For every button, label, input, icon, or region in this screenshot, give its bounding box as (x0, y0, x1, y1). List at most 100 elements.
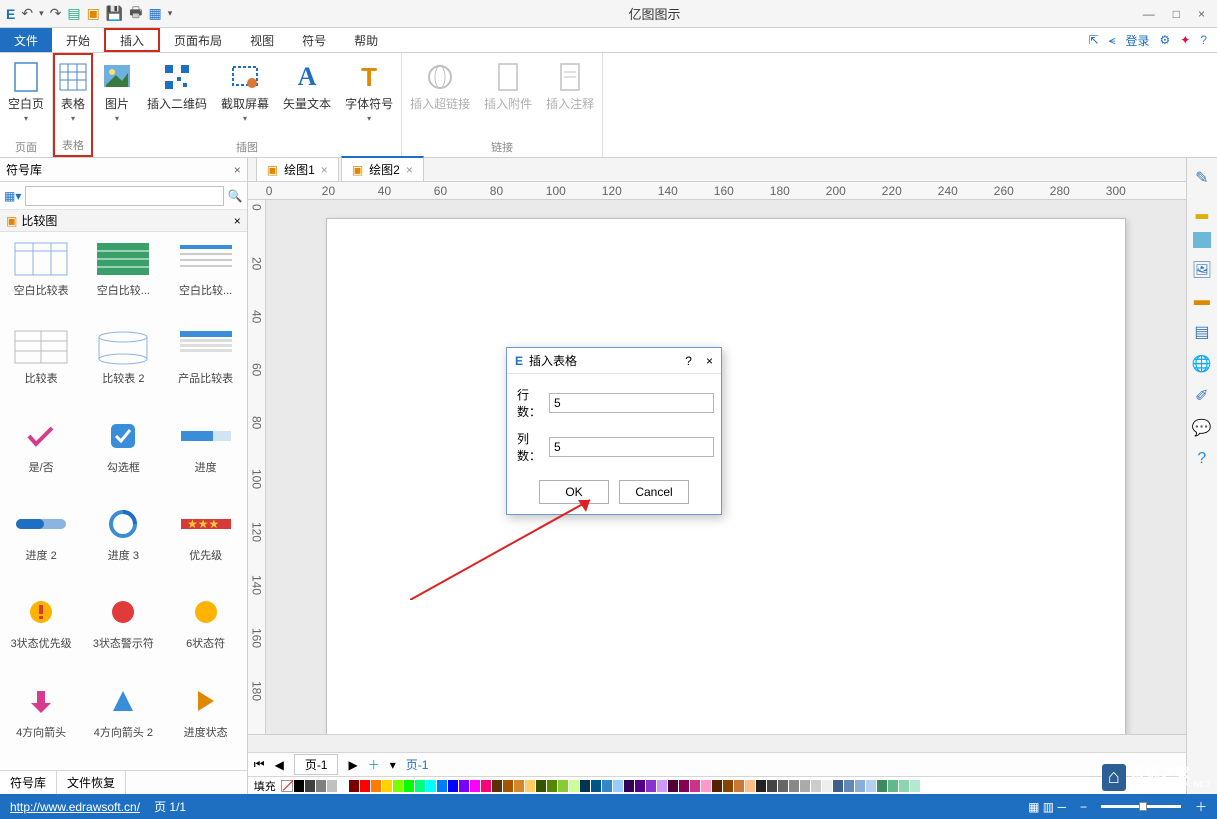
shape-item[interactable]: 是/否 (2, 417, 80, 497)
page-list-icon[interactable]: ▾ (390, 758, 396, 772)
undo-icon[interactable]: ↶ (21, 5, 33, 22)
shape-item[interactable]: 4方向箭头 (2, 682, 80, 762)
color-swatch[interactable] (679, 780, 689, 792)
color-swatch[interactable] (503, 780, 513, 792)
shape-item[interactable]: 进度状态 (167, 682, 245, 762)
color-swatch[interactable] (723, 780, 733, 792)
color-swatch[interactable] (635, 780, 645, 792)
doc-tab-close-icon[interactable]: × (406, 163, 413, 177)
maximize-button[interactable]: □ (1173, 7, 1180, 21)
shape-item[interactable]: 6状态符 (167, 593, 245, 673)
panel-close-icon[interactable]: × (234, 163, 241, 177)
view-mode-icon[interactable]: ▦ ▥ ─ (1028, 800, 1066, 814)
shape-item[interactable]: 产品比较表 (167, 328, 245, 408)
shape-item[interactable]: 进度 3 (84, 505, 162, 585)
color-swatch[interactable] (514, 780, 524, 792)
color-swatch[interactable] (602, 780, 612, 792)
color-swatch[interactable] (701, 780, 711, 792)
save-icon[interactable]: 💾 (106, 5, 123, 22)
color-swatch[interactable] (470, 780, 480, 792)
vector-text-button[interactable]: A 矢量文本 (283, 61, 331, 112)
color-swatch[interactable] (811, 780, 821, 792)
canvas-scroll[interactable] (266, 200, 1186, 734)
shape-item[interactable]: 勾选框 (84, 417, 162, 497)
page-tab-right[interactable]: 页-1 (406, 756, 429, 773)
image-tool-icon[interactable]: 🖼 (1192, 260, 1212, 280)
blank-page-button[interactable]: 空白页 ▾ (8, 61, 44, 123)
help-question-icon[interactable]: ? (1200, 33, 1207, 47)
color-swatch[interactable] (756, 780, 766, 792)
help-tool-icon[interactable]: ? (1197, 450, 1206, 468)
zoom-slider[interactable] (1101, 805, 1181, 808)
color-swatch[interactable] (547, 780, 557, 792)
dialog-titlebar[interactable]: E 插入表格 ? × (507, 348, 721, 374)
dialog-close-icon[interactable]: × (706, 354, 713, 368)
color-swatch[interactable] (316, 780, 326, 792)
color-swatch[interactable] (591, 780, 601, 792)
new-doc-icon[interactable]: ▤ (67, 5, 80, 22)
search-icon[interactable]: 🔍 (228, 189, 243, 203)
font-symbol-button[interactable]: T 字体符号 ▾ (345, 61, 393, 123)
print-icon[interactable]: 🖶 (129, 2, 142, 26)
status-url[interactable]: http://www.edrawsoft.cn/ (10, 800, 140, 814)
page-tab-left[interactable]: 页-1 (294, 754, 339, 775)
color-swatch[interactable] (624, 780, 634, 792)
add-page-icon[interactable]: ＋ (368, 756, 380, 773)
color-swatch[interactable] (349, 780, 359, 792)
screenshot-button[interactable]: 截取屏幕 ▾ (221, 61, 269, 123)
color-swatch[interactable] (305, 780, 315, 792)
dialog-help-icon[interactable]: ? (685, 354, 692, 368)
shape-item[interactable]: 3状态优先级 (2, 593, 80, 673)
redo-icon[interactable]: ↷ (50, 5, 62, 22)
shape-item[interactable]: 4方向箭头 2 (84, 682, 162, 762)
login-link[interactable]: 登录 (1125, 32, 1149, 49)
doc-tab-close-icon[interactable]: × (321, 163, 328, 177)
close-button[interactable]: × (1198, 7, 1205, 21)
open-doc-icon[interactable]: ▣ (87, 5, 100, 22)
comment-button[interactable]: 插入注释 (546, 61, 594, 112)
undo-drop-icon[interactable]: ▾ (39, 8, 44, 19)
category-close-icon[interactable]: × (234, 214, 241, 228)
color-swatch[interactable] (712, 780, 722, 792)
shape-item[interactable]: 进度 (167, 417, 245, 497)
text-tool-icon[interactable]: ▤ (1194, 322, 1209, 342)
library-picker-icon[interactable]: ▦▾ (4, 189, 21, 203)
table-button[interactable]: 表格 ▾ (57, 61, 89, 123)
color-puzzle-icon[interactable]: ✦ (1180, 33, 1190, 47)
shape-item[interactable]: 比较表 (2, 328, 80, 408)
shape-item[interactable]: 空白比较表 (2, 240, 80, 320)
chat-tool-icon[interactable]: 💬 (1192, 418, 1212, 438)
color-swatch[interactable] (393, 780, 403, 792)
doc-tab-1[interactable]: ▣绘图1× (256, 157, 339, 181)
next-page-icon[interactable]: ▶ (348, 758, 357, 772)
shape-item[interactable]: 比较表 2 (84, 328, 162, 408)
layer-tool-icon[interactable]: ▬ (1194, 292, 1210, 310)
menu-view[interactable]: 视图 (236, 28, 288, 52)
color-swatch[interactable] (877, 780, 887, 792)
color-swatch[interactable] (855, 780, 865, 792)
color-swatch[interactable] (371, 780, 381, 792)
page-canvas[interactable] (326, 218, 1126, 734)
menu-file[interactable]: 文件 (0, 28, 52, 52)
color-swatch[interactable] (668, 780, 678, 792)
horizontal-scrollbar[interactable] (248, 734, 1186, 752)
color-swatch[interactable] (844, 780, 854, 792)
color-swatch[interactable] (613, 780, 623, 792)
color-swatch[interactable] (800, 780, 810, 792)
menu-page-layout[interactable]: 页面布局 (160, 28, 236, 52)
qat-drop-icon[interactable]: ▾ (168, 8, 173, 19)
edit-tool-icon[interactable]: ✐ (1195, 386, 1208, 406)
color-swatch[interactable] (327, 780, 337, 792)
color-swatch[interactable] (569, 780, 579, 792)
category-header[interactable]: ▣ 比较图 × (0, 210, 247, 232)
prev-page-icon[interactable]: ◀ (275, 758, 284, 772)
fill-tool-icon[interactable] (1193, 232, 1211, 248)
minimize-button[interactable]: — (1143, 7, 1155, 21)
color-swatch[interactable] (459, 780, 469, 792)
color-swatch[interactable] (338, 780, 348, 792)
color-swatch[interactable] (646, 780, 656, 792)
menu-help[interactable]: 帮助 (340, 28, 392, 52)
color-swatch[interactable] (415, 780, 425, 792)
color-swatch[interactable] (448, 780, 458, 792)
zoom-out-icon[interactable]: − (1080, 800, 1087, 814)
